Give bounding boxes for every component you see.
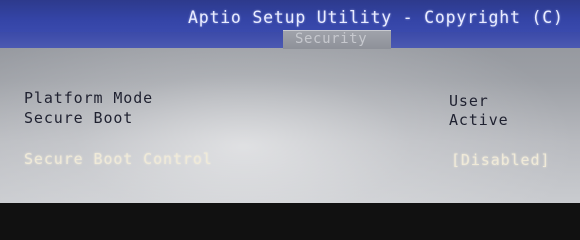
bios-setup-screen: Aptio Setup Utility - Copyright (C) Secu… <box>0 0 580 203</box>
settings-panel: Platform Mode User Secure Boot Active Se… <box>0 48 580 203</box>
title-text: Aptio Setup Utility - Copyright (C) <box>188 8 564 27</box>
secure-boot-value: Active <box>449 111 509 129</box>
secure-boot-label: Secure Boot <box>24 109 134 127</box>
secure-boot-control-label[interactable]: Secure Boot Control <box>24 150 213 168</box>
tab-security[interactable]: Security <box>283 30 391 49</box>
secure-boot-control-value[interactable]: [Disabled] <box>451 151 550 169</box>
platform-mode-value: User <box>449 92 489 110</box>
title-bar: Aptio Setup Utility - Copyright (C) <box>0 0 580 32</box>
tab-security-label: Security <box>295 31 368 47</box>
platform-mode-label: Platform Mode <box>24 89 154 107</box>
